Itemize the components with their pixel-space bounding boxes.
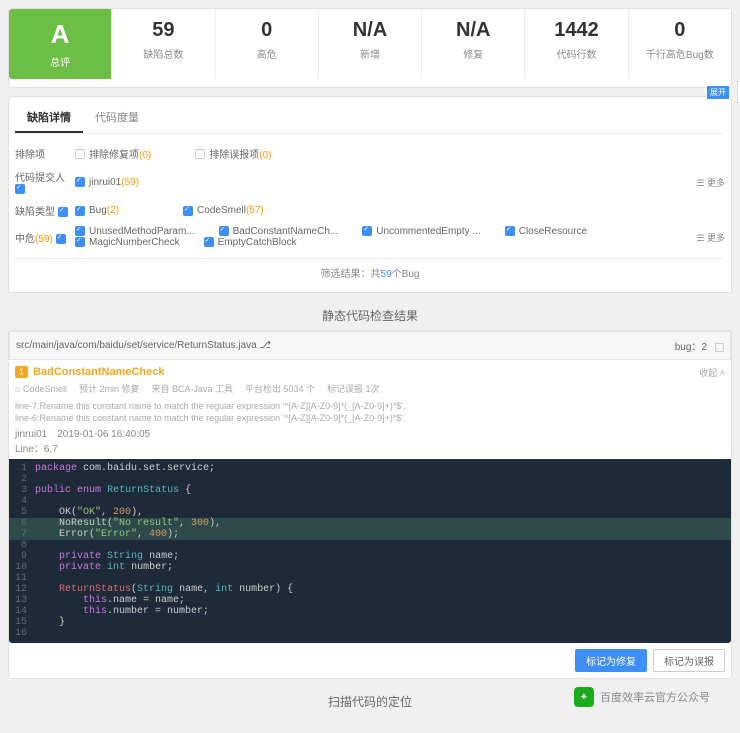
metric-总评: A总评 — [9, 9, 112, 79]
mid-item[interactable]: EmptyCatchBlock — [204, 237, 311, 248]
author-info: jinrui012019-01-06 16:40:05 Line：6,7 — [9, 425, 731, 459]
code-line: 1package com.baidu.set.service; — [9, 463, 731, 474]
code-block: 1package com.baidu.set.service;23public … — [9, 459, 731, 643]
issue-line-1: line-7:Rename this constant name to matc… — [9, 401, 731, 413]
tab-代码度量[interactable]: 代码度量 — [83, 103, 151, 133]
code-line: 10 private int number; — [9, 562, 731, 573]
filter-result: 筛选结果：共59个Bug — [15, 258, 725, 286]
defect-type-row: 缺陷类型 Bug(2) CodeSmell(57) — [15, 199, 725, 222]
mid-all-checkbox[interactable] — [56, 234, 66, 244]
code-line: 16 — [9, 628, 731, 639]
mid-item[interactable]: CloseResource — [505, 226, 601, 237]
expand-icon[interactable] — [715, 343, 724, 352]
exclude-fixed-checkbox[interactable] — [75, 149, 85, 159]
bug-checkbox[interactable] — [75, 206, 85, 216]
code-line: 11 — [9, 573, 731, 584]
issue-badge: 1 — [15, 366, 28, 378]
code-line: 15 } — [9, 617, 731, 628]
code-line: 14 this.number = number; — [9, 606, 731, 617]
wechat-icon: ✦ — [574, 687, 594, 707]
code-line: 2 — [9, 474, 731, 485]
code-line: 3public enum ReturnStatus { — [9, 485, 731, 496]
metric-修复: N/A修复 — [422, 9, 525, 79]
issue-line-2: line-6:Rename this constant name to matc… — [9, 413, 731, 425]
branch-icon: ⎇ — [259, 340, 271, 351]
committer-more[interactable]: ☰ 更多 — [696, 176, 725, 189]
exclude-fp-checkbox[interactable] — [195, 149, 205, 159]
metrics-row: A总评59缺陷总数0高危N/A新增N/A修复1442代码行数0千行高危Bug数 — [9, 9, 731, 79]
issue-title[interactable]: BadConstantNameCheck — [33, 366, 164, 378]
metric-新增: N/A新增 — [319, 9, 422, 79]
exclude-row: 排除项 排除修复项(0) 排除误报项(0) — [15, 142, 725, 165]
code-line: 7 Error("Error", 400); — [9, 529, 731, 540]
code-line: 9 private String name; — [9, 551, 731, 562]
mark-fixed-button[interactable]: 标记为修复 — [575, 649, 647, 672]
metric-缺陷总数: 59缺陷总数 — [112, 9, 215, 79]
mid-more[interactable]: ☰ 更多 — [696, 231, 725, 244]
code-line: 5 OK("OK", 200), — [9, 507, 731, 518]
mid-item[interactable]: MagicNumberCheck — [75, 237, 194, 248]
mid-item[interactable]: UncommentedEmpty ... — [362, 226, 494, 237]
metric-代码行数: 1442代码行数 — [525, 9, 628, 79]
defect-all-checkbox[interactable] — [58, 207, 68, 217]
tab-缺陷详情[interactable]: 缺陷详情 — [15, 103, 83, 133]
category-icon: ⌂ — [15, 384, 20, 394]
code-line: 13 this.name = name; — [9, 595, 731, 606]
expand-badge[interactable]: 展开 — [707, 86, 729, 99]
metric-高危: 0高危 — [216, 9, 319, 79]
code-line: 6 NoResult("No result", 300), — [9, 518, 731, 529]
code-line: 12 ReturnStatus(String name, int number)… — [9, 584, 731, 595]
wechat-footer: ✦ 百度效率云官方公众号 — [574, 687, 710, 707]
mid-item[interactable]: BadConstantNameCh... — [219, 226, 353, 237]
codesmell-checkbox[interactable] — [183, 206, 193, 216]
file-header: src/main/java/com/baidu/set/service/Retu… — [9, 331, 731, 360]
code-line: 4 — [9, 496, 731, 507]
collapse-link[interactable]: 收起 ˄ — [699, 366, 725, 379]
mid-row: 中危(59) UnusedMethodParam...BadConstantNa… — [15, 222, 725, 252]
tabs: 缺陷详情代码度量 — [15, 103, 725, 134]
metric-千行高危Bug数: 0千行高危Bug数 — [629, 9, 731, 79]
committer-row: 代码提交人 jinrui01(59) ☰ 更多 — [15, 165, 725, 199]
code-line: 8 — [9, 540, 731, 551]
committer-checkbox[interactable] — [75, 177, 85, 187]
mid-item[interactable]: UnusedMethodParam... — [75, 226, 209, 237]
issue-meta: ⌂ CodeSmell预计 2min 修复来自 BCA-Java 工具平台检出 … — [9, 380, 731, 401]
committer-all-checkbox[interactable] — [15, 184, 25, 194]
caption-1: 静态代码检查结果 — [8, 301, 732, 330]
mark-fp-button[interactable]: 标记为误报 — [653, 649, 725, 672]
